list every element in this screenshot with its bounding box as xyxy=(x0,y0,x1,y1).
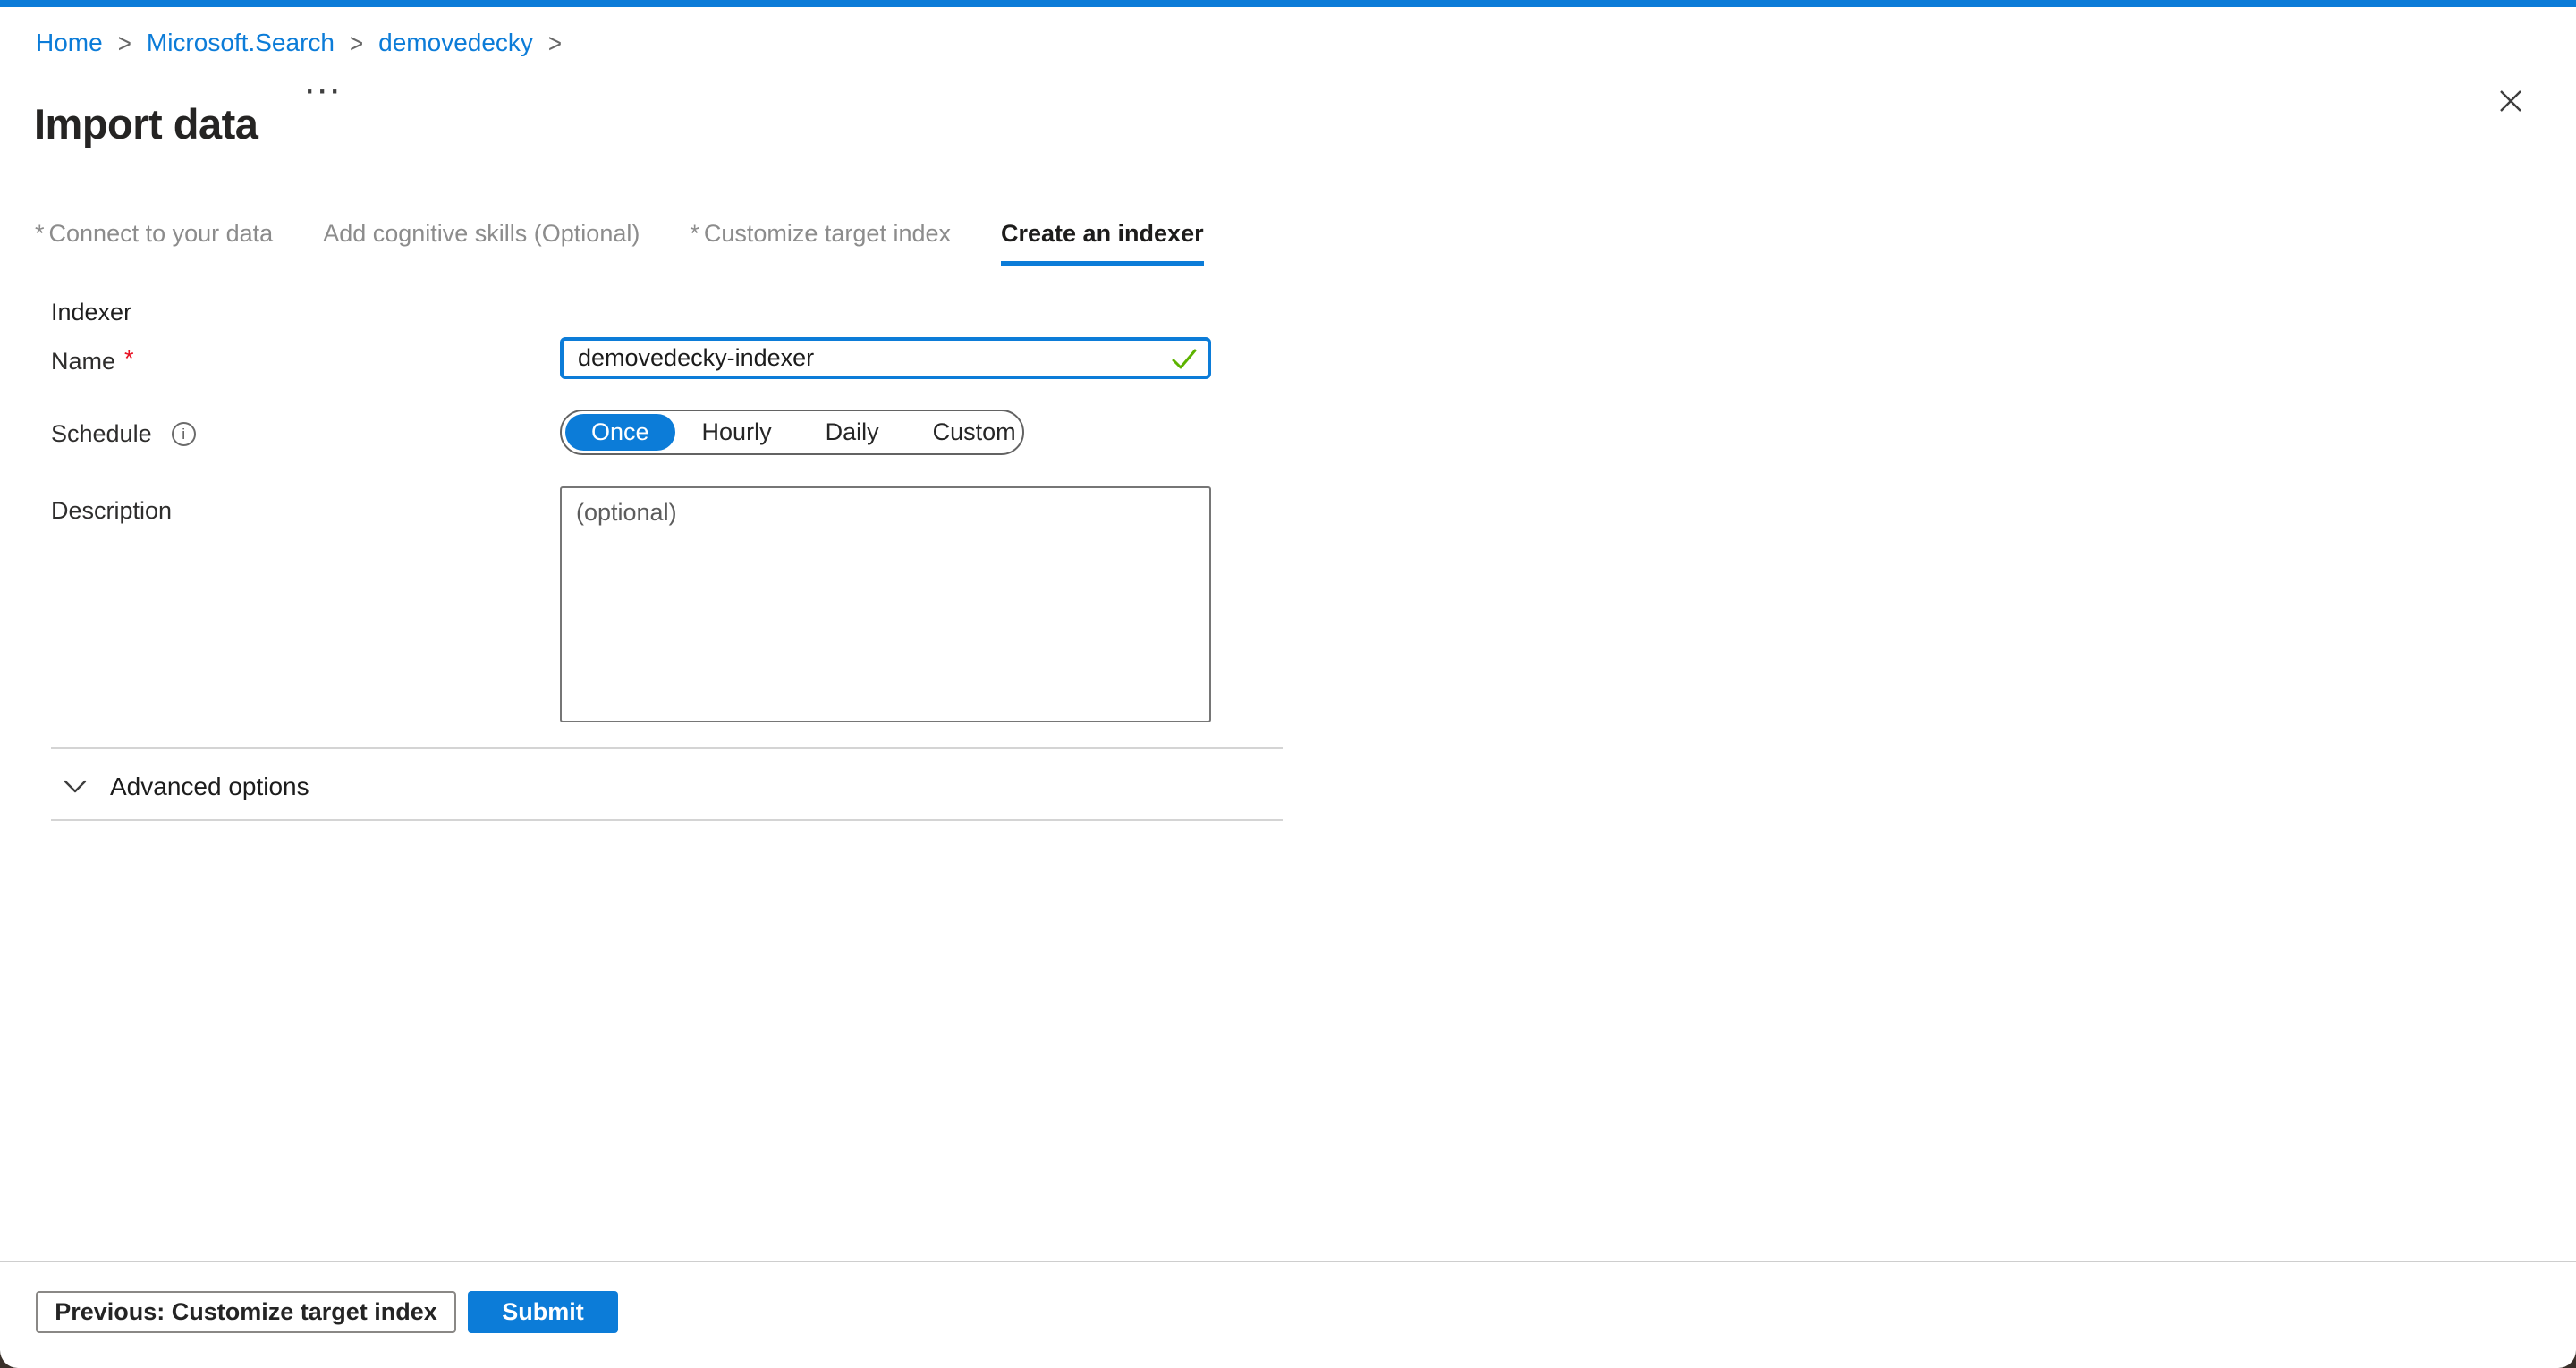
description-field-label: Description xyxy=(51,497,172,525)
schedule-option-once[interactable]: Once xyxy=(565,414,675,451)
info-icon[interactable]: i xyxy=(172,422,196,446)
page-title: Import data xyxy=(34,99,258,148)
divider xyxy=(51,747,1283,749)
breadcrumb-link-microsoft-search[interactable]: Microsoft.Search xyxy=(147,29,335,57)
schedule-option-custom[interactable]: Custom xyxy=(906,418,1043,446)
tab-label: Connect to your data xyxy=(49,220,274,248)
indexer-name-input[interactable] xyxy=(560,337,1211,379)
top-accent-bar xyxy=(0,0,2576,7)
schedule-segmented-control: Once Hourly Daily Custom xyxy=(560,410,1024,455)
valid-check-icon xyxy=(1170,345,1199,372)
breadcrumb: Home > Microsoft.Search > demovedecky > xyxy=(36,27,562,59)
schedule-field-label: Schedule i xyxy=(51,420,196,448)
tab-create-an-indexer[interactable]: Create an indexer xyxy=(1001,220,1204,266)
breadcrumb-link-home[interactable]: Home xyxy=(36,29,103,57)
indexer-section-label: Indexer xyxy=(51,299,131,326)
tab-label: Add cognitive skills (Optional) xyxy=(323,220,640,248)
schedule-option-daily[interactable]: Daily xyxy=(799,418,906,446)
breadcrumb-separator-icon: > xyxy=(350,27,363,59)
chevron-down-icon xyxy=(63,779,88,795)
required-asterisk: * xyxy=(124,345,134,373)
indexer-name-field xyxy=(560,337,1211,379)
tab-add-cognitive-skills[interactable]: Add cognitive skills (Optional) xyxy=(323,220,640,266)
description-textarea[interactable] xyxy=(560,486,1211,722)
breadcrumb-link-demovedecky[interactable]: demovedecky xyxy=(378,29,533,57)
tab-label: Create an indexer xyxy=(1001,220,1204,248)
schedule-label-text: Schedule xyxy=(51,420,152,448)
import-data-panel: Home > Microsoft.Search > demovedecky > … xyxy=(0,0,2576,1368)
close-icon xyxy=(2497,88,2524,114)
advanced-options-label: Advanced options xyxy=(110,773,309,801)
more-options-button[interactable]: ··· xyxy=(306,79,343,106)
previous-step-button[interactable]: Previous: Customize target index xyxy=(36,1291,456,1333)
breadcrumb-separator-icon: > xyxy=(118,27,131,59)
breadcrumb-separator-icon: > xyxy=(548,27,562,59)
required-marker: * xyxy=(35,220,45,248)
schedule-option-hourly[interactable]: Hourly xyxy=(675,418,799,446)
divider xyxy=(51,819,1283,821)
submit-button[interactable]: Submit xyxy=(468,1291,618,1333)
wizard-tabs: * Connect to your data Add cognitive ski… xyxy=(35,220,1204,266)
close-button[interactable] xyxy=(2490,80,2531,122)
tab-label: Customize target index xyxy=(704,220,951,248)
name-field-label: Name * xyxy=(51,348,134,376)
tab-customize-target-index[interactable]: * Customize target index xyxy=(690,220,951,266)
required-marker: * xyxy=(690,220,699,248)
tab-connect-to-your-data[interactable]: * Connect to your data xyxy=(35,220,273,266)
advanced-options-toggle[interactable]: Advanced options xyxy=(63,765,309,808)
description-label-text: Description xyxy=(51,497,172,525)
footer-divider xyxy=(0,1261,2576,1262)
name-label-text: Name xyxy=(51,348,115,376)
